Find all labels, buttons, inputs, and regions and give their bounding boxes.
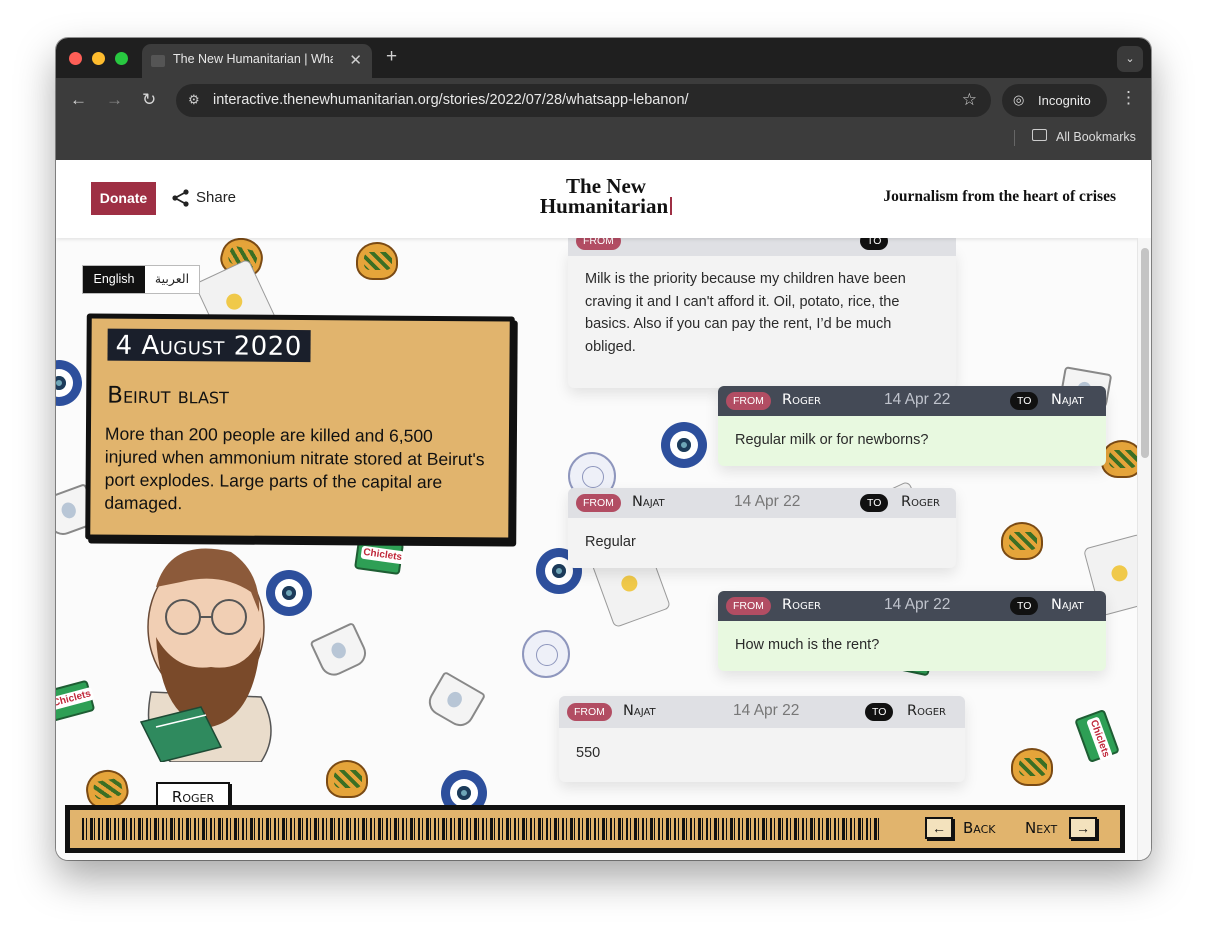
message-bubble: FROM Roger 14 Apr 22 TO Najat Regular mi… bbox=[718, 386, 1106, 466]
bookmark-star-icon[interactable]: ☆ bbox=[962, 90, 977, 110]
right-arrow-icon: → bbox=[1069, 817, 1097, 839]
evil-eye-doodle bbox=[56, 360, 82, 406]
bookmarks-separator bbox=[1014, 130, 1015, 146]
back-label: Back bbox=[963, 819, 996, 837]
url-text[interactable]: interactive.thenewhumanitarian.org/stori… bbox=[213, 92, 689, 108]
message-sender: Najat bbox=[623, 703, 656, 719]
message-header: FROM Najat 14 Apr 22 TO Roger bbox=[559, 696, 965, 728]
logo-line1: The New bbox=[566, 174, 646, 198]
message-text: Regular bbox=[585, 534, 636, 550]
to-badge: TO bbox=[1010, 597, 1039, 615]
timeline-navbar: ← Back Next → bbox=[65, 805, 1125, 853]
roger-portrait-illustration bbox=[139, 548, 272, 762]
favicon-icon bbox=[151, 55, 165, 67]
donate-button[interactable]: Donate bbox=[91, 182, 156, 215]
manakish-doodle bbox=[356, 242, 398, 280]
page-content: Donate Share The New Humanitarian Journa… bbox=[56, 160, 1151, 860]
message-date: 14 Apr 22 bbox=[884, 391, 951, 408]
plate-doodle bbox=[522, 630, 570, 678]
site-header: Donate Share The New Humanitarian Journa… bbox=[56, 160, 1151, 238]
message-bubble: FROM Najat 14 Apr 22 TO Roger 550 bbox=[559, 696, 965, 782]
browser-toolbar: ← → ↻ ⚙ interactive.thenewhumanitarian.o… bbox=[56, 78, 1151, 160]
incognito-icon: ◎ bbox=[1013, 92, 1025, 107]
browser-tab[interactable]: The New Humanitarian | What ✕ bbox=[142, 44, 372, 78]
to-badge: TO bbox=[865, 703, 894, 721]
message-bubble: FROM Najat 14 Apr 22 TO Roger Regular bbox=[568, 488, 956, 568]
message-recipient: Roger bbox=[907, 703, 946, 719]
new-tab-icon[interactable]: + bbox=[386, 46, 397, 68]
evil-eye-doodle bbox=[661, 422, 707, 468]
language-arabic-button[interactable]: العربية bbox=[145, 266, 199, 293]
event-description: More than 200 people are killed and 6,50… bbox=[104, 423, 485, 514]
language-switch: English العربية bbox=[82, 265, 200, 294]
language-english-button[interactable]: English bbox=[83, 266, 145, 293]
event-title: Beirut blast bbox=[107, 382, 229, 410]
message-sender: Roger bbox=[782, 392, 821, 408]
message-text: Milk is the priority because my children… bbox=[585, 271, 906, 355]
all-bookmarks-link[interactable]: All Bookmarks bbox=[1056, 130, 1136, 144]
share-icon bbox=[172, 189, 189, 207]
message-sender: Najat bbox=[632, 494, 665, 510]
scrollbar-thumb[interactable] bbox=[1141, 248, 1149, 458]
incognito-label: Incognito bbox=[1038, 93, 1091, 108]
from-badge: FROM bbox=[726, 392, 771, 410]
message-bubble: FROM TO Milk is the priority because my … bbox=[568, 226, 956, 388]
manakish-doodle bbox=[326, 760, 368, 798]
message-header: FROM Roger 14 Apr 22 TO Najat bbox=[718, 591, 1106, 621]
left-arrow-icon: ← bbox=[925, 817, 953, 839]
to-badge: TO bbox=[860, 494, 889, 512]
maximize-window-button[interactable] bbox=[115, 52, 128, 65]
chiclets-doodle bbox=[353, 536, 405, 576]
address-bar[interactable]: ⚙ interactive.thenewhumanitarian.org/sto… bbox=[176, 84, 991, 117]
manakish-doodle bbox=[1011, 748, 1053, 786]
timeline-progress-barcode[interactable] bbox=[82, 818, 882, 840]
logo-line2: Humanitarian bbox=[539, 194, 669, 218]
to-badge: TO bbox=[1010, 392, 1039, 410]
forward-arrow-icon[interactable]: → bbox=[106, 90, 123, 110]
message-recipient: Roger bbox=[901, 494, 940, 510]
message-header: FROM Roger 14 Apr 22 TO Najat bbox=[718, 386, 1106, 416]
message-recipient: Najat bbox=[1051, 392, 1084, 408]
cup-doodle bbox=[423, 670, 487, 732]
close-window-button[interactable] bbox=[69, 52, 82, 65]
message-header: FROM Najat 14 Apr 22 TO Roger bbox=[568, 488, 956, 518]
message-text: 550 bbox=[576, 745, 601, 761]
tab-title: The New Humanitarian | What bbox=[173, 52, 333, 66]
message-bubble: FROM Roger 14 Apr 22 TO Najat How much i… bbox=[718, 591, 1106, 671]
back-arrow-icon[interactable]: ← bbox=[70, 90, 87, 110]
message-date: 14 Apr 22 bbox=[734, 493, 801, 510]
from-badge: FROM bbox=[567, 703, 612, 721]
tab-search-chevron-icon[interactable]: ⌄ bbox=[1117, 46, 1143, 72]
message-date: 14 Apr 22 bbox=[733, 702, 800, 719]
message-text: How much is the rent? bbox=[735, 637, 880, 653]
manakish-doodle bbox=[1001, 522, 1043, 560]
site-logo[interactable]: The New Humanitarian bbox=[526, 174, 686, 218]
browser-window: The New Humanitarian | What ✕ + ⌄ ← → ↻ … bbox=[56, 38, 1151, 860]
next-label: Next bbox=[1025, 819, 1058, 837]
menu-kebab-icon[interactable]: ⋮ bbox=[1120, 88, 1137, 108]
timeline-event-card: 4 August 2020 Beirut blast More than 200… bbox=[85, 313, 515, 543]
share-label: Share bbox=[196, 189, 237, 206]
from-badge: FROM bbox=[726, 597, 771, 615]
incognito-button[interactable]: ◎ Incognito bbox=[1002, 84, 1107, 117]
reload-icon[interactable]: ↻ bbox=[142, 90, 156, 110]
cup-doodle bbox=[309, 621, 371, 681]
folder-icon bbox=[1032, 129, 1047, 141]
message-sender: Roger bbox=[782, 597, 821, 613]
page-scrollbar[interactable] bbox=[1137, 238, 1151, 860]
from-badge: FROM bbox=[576, 494, 621, 512]
site-tagline: Journalism from the heart of crises bbox=[883, 188, 1116, 205]
message-recipient: Najat bbox=[1051, 597, 1084, 613]
chiclets-doodle bbox=[1074, 708, 1120, 764]
message-date: 14 Apr 22 bbox=[884, 596, 951, 613]
tab-strip: The New Humanitarian | What ✕ + ⌄ bbox=[56, 38, 1151, 78]
chiclets-doodle bbox=[56, 679, 96, 723]
event-date: 4 August 2020 bbox=[107, 328, 311, 363]
minimize-window-button[interactable] bbox=[92, 52, 105, 65]
close-tab-icon[interactable]: ✕ bbox=[349, 51, 362, 69]
site-settings-icon[interactable]: ⚙ bbox=[188, 92, 200, 108]
message-text: Regular milk or for newborns? bbox=[735, 432, 929, 448]
